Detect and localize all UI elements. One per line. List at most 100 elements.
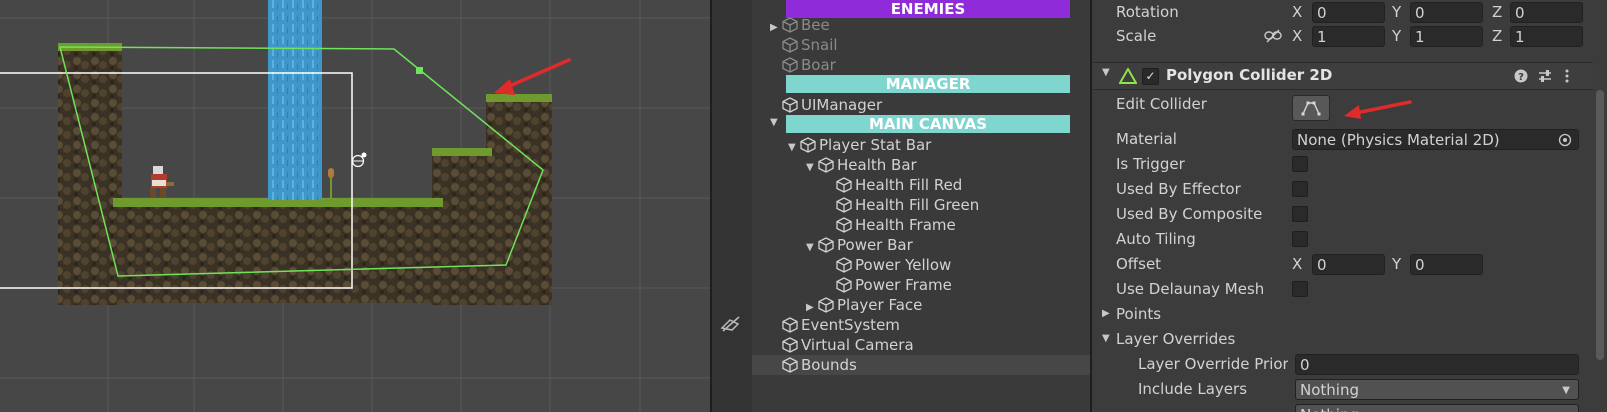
axis-y-label[interactable]: Y <box>1392 253 1401 275</box>
offset-label: Offset <box>1116 255 1162 273</box>
list-item-health-fill-green[interactable]: Health Fill Green <box>836 195 979 215</box>
layer-overrides-foldout[interactable]: Layer Overrides <box>1116 328 1235 350</box>
collapse-arrow-icon[interactable]: ▼ <box>788 138 800 158</box>
cube-icon <box>782 57 798 73</box>
scene-visibility-hidden-icon[interactable] <box>720 314 742 334</box>
auto-tiling-label: Auto Tiling <box>1116 230 1196 248</box>
cube-icon <box>782 337 798 353</box>
annotation-arrow <box>494 58 571 95</box>
rotation-label: Rotation <box>1116 3 1179 21</box>
collapse-arrow-icon[interactable]: ▼ <box>806 158 818 178</box>
edit-collider-label: Edit Collider <box>1116 95 1207 113</box>
cube-icon <box>836 197 852 213</box>
svg-text:?: ? <box>1518 72 1524 83</box>
list-item-player-stat-bar[interactable]: ▼ Player Stat Bar <box>788 135 931 155</box>
include-layers-label: Include Layers <box>1138 380 1248 398</box>
collapse-arrow-icon[interactable]: ▼ <box>770 117 782 128</box>
used-by-effector-label: Used By Effector <box>1116 180 1241 198</box>
scene-view[interactable] <box>0 0 710 412</box>
list-item-label: Health Fill Green <box>855 196 980 214</box>
axis-z-label[interactable]: Z <box>1492 1 1502 23</box>
inspector-scrollbar-thumb[interactable] <box>1596 90 1604 360</box>
collapse-arrow-icon[interactable]: ▼ <box>806 238 818 258</box>
list-item-power-bar[interactable]: ▼ Power Bar <box>806 235 913 255</box>
main-canvas-banner[interactable]: MAIN CANVAS <box>786 115 1070 133</box>
cube-icon <box>836 217 852 233</box>
rotation-x-field[interactable]: 0 <box>1312 2 1385 23</box>
axis-x-label[interactable]: X <box>1292 1 1302 23</box>
help-icon[interactable]: ? <box>1514 69 1528 83</box>
scale-y-field[interactable]: 1 <box>1410 26 1483 47</box>
manager-banner[interactable]: MANAGER <box>786 75 1070 93</box>
axis-y-label[interactable]: Y <box>1392 1 1401 23</box>
cube-icon <box>782 97 798 113</box>
scale-x-field[interactable]: 1 <box>1312 26 1385 47</box>
list-item-health-fill-red[interactable]: Health Fill Red <box>836 175 962 195</box>
list-item-power-yellow[interactable]: Power Yellow <box>836 255 951 275</box>
cube-icon <box>818 297 834 313</box>
cube-icon <box>818 237 834 253</box>
target-icon[interactable] <box>1558 133 1572 147</box>
collider-vertex-handle <box>416 67 423 74</box>
list-item-label: Power Frame <box>855 276 952 294</box>
collapse-arrow-icon[interactable]: ▼ <box>1102 67 1110 78</box>
list-item-power-frame[interactable]: Power Frame <box>836 275 952 295</box>
rotation-y-field[interactable]: 0 <box>1410 2 1483 23</box>
expand-arrow-icon[interactable]: ▶ <box>770 18 782 38</box>
list-item-boar[interactable]: Boar <box>782 55 836 75</box>
cube-icon <box>782 17 798 33</box>
list-item-health-bar[interactable]: ▼ Health Bar <box>806 155 917 175</box>
component-enabled-checkbox[interactable]: ✓ <box>1142 68 1159 85</box>
inspector-scrollbar-track[interactable] <box>1593 0 1607 412</box>
cube-icon <box>800 137 816 153</box>
list-item-snail[interactable]: Snail <box>782 35 838 55</box>
expand-arrow-icon[interactable]: ▶ <box>1102 308 1110 319</box>
axis-x-label[interactable]: X <box>1292 253 1302 275</box>
cube-icon <box>836 257 852 273</box>
layer-override-priority-field[interactable]: 0 <box>1295 354 1579 375</box>
exclude-layers-dropdown[interactable]: Nothing <box>1295 404 1579 412</box>
collider-icon <box>1119 68 1137 84</box>
component-header[interactable]: ▼ ✓ Polygon Collider 2D ? <box>1092 62 1607 90</box>
use-delaunay-checkbox[interactable] <box>1292 281 1308 297</box>
list-item-label: Boar <box>801 56 836 74</box>
used-by-composite-label: Used By Composite <box>1116 205 1263 223</box>
include-layers-dropdown[interactable]: Nothing ▼ <box>1295 379 1579 400</box>
waterfall <box>268 0 322 200</box>
list-item-virtual-camera[interactable]: Virtual Camera <box>782 335 914 355</box>
edit-collider-button[interactable] <box>1292 95 1330 121</box>
material-field[interactable]: None (Physics Material 2D) <box>1292 129 1579 150</box>
list-item-event-system[interactable]: EventSystem <box>782 315 900 335</box>
list-item-health-frame[interactable]: Health Frame <box>836 215 956 235</box>
used-by-effector-checkbox[interactable] <box>1292 181 1308 197</box>
link-icon[interactable] <box>1264 29 1282 43</box>
rotation-z-field[interactable]: 0 <box>1510 2 1583 23</box>
axis-x-label[interactable]: X <box>1292 25 1302 47</box>
collapse-arrow-icon[interactable]: ▼ <box>1102 333 1110 344</box>
globe-gizmo-icon <box>351 152 367 168</box>
list-item-player-face[interactable]: ▶ Player Face <box>806 295 922 315</box>
is-trigger-checkbox[interactable] <box>1292 156 1308 172</box>
list-item-bee[interactable]: ▶ Bee <box>770 15 830 35</box>
chevron-down-icon: ▼ <box>1562 385 1570 396</box>
list-item-bounds[interactable]: Bounds <box>782 355 857 375</box>
offset-y-field[interactable]: 0 <box>1410 254 1483 275</box>
list-item-label: Health Frame <box>855 216 956 234</box>
layer-override-priority-label: Layer Override Priori <box>1138 355 1288 373</box>
list-item-ui-manager[interactable]: UIManager <box>782 95 882 115</box>
player-sprite <box>150 166 174 197</box>
axis-z-label[interactable]: Z <box>1492 25 1502 47</box>
menu-icon[interactable] <box>1564 69 1570 83</box>
scale-z-field[interactable]: 1 <box>1510 26 1583 47</box>
used-by-composite-checkbox[interactable] <box>1292 206 1308 222</box>
axis-y-label[interactable]: Y <box>1392 25 1401 47</box>
scene-canvas[interactable] <box>0 0 710 412</box>
auto-tiling-checkbox[interactable] <box>1292 231 1308 247</box>
cube-icon <box>818 157 834 173</box>
list-item-label: Health Fill Red <box>855 176 963 194</box>
list-item-label: Health Bar <box>837 156 917 174</box>
presets-icon[interactable] <box>1538 69 1552 83</box>
offset-x-field[interactable]: 0 <box>1312 254 1385 275</box>
list-item-label: UIManager <box>801 96 883 114</box>
points-foldout[interactable]: Points <box>1116 303 1161 325</box>
